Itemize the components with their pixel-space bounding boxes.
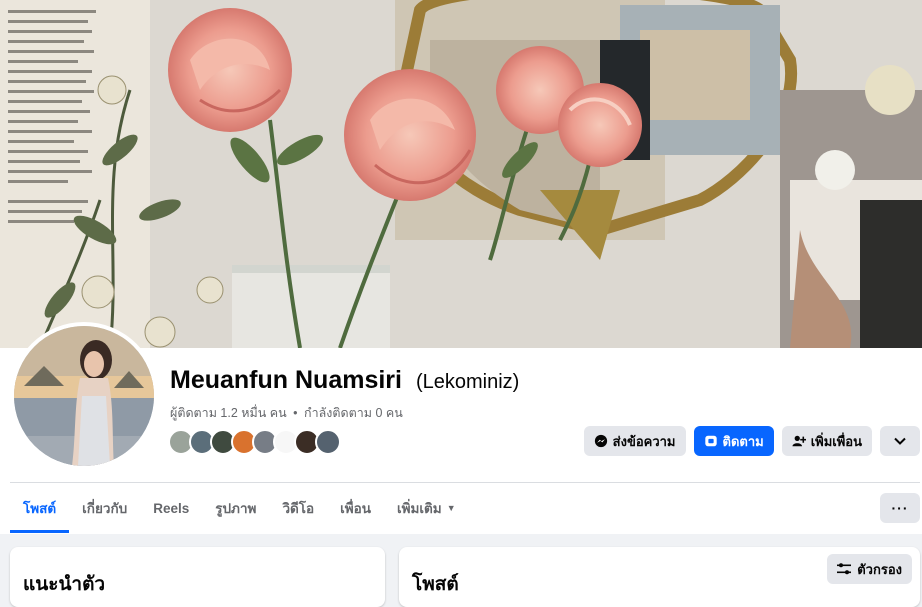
followers-count-link[interactable]: ผู้ติดตาม 1.2 หมื่น คน [170,406,287,420]
tab-more[interactable]: เพิ่มเติม ▼ [384,484,469,532]
profile-name: Meuanfun Nuamsiri [170,366,402,394]
caret-down-icon: ▼ [446,503,456,513]
intro-card-title: แนะนำตัว [23,574,106,595]
profile-tabs: โพสต์ เกี่ยวกับ Reels รูปภาพ วิดีโอ เพื่… [10,484,469,533]
tab-label: เพื่อน [340,501,372,516]
add-friend-icon [792,435,806,447]
tab-label: เพิ่มเติม [397,501,442,516]
tab-label: วิดีโอ [282,501,315,516]
tab-label: เกี่ยวกับ [82,501,128,516]
profile-name-row: Meuanfun Nuamsiri (Lekominiz) [170,366,519,395]
message-button[interactable]: ส่งข้อความ [583,426,686,456]
tab-videos[interactable]: วิดีโอ [269,484,327,532]
tab-label: รูปภาพ [215,501,257,516]
friend-avatar[interactable] [315,429,341,455]
tab-about[interactable]: เกี่ยวกับ [69,484,140,532]
tab-label: Reels [153,500,190,516]
message-button-label: ส่งข้อความ [612,433,676,449]
tab-posts[interactable]: โพสต์ [10,484,70,533]
friend-avatar-stack [168,429,341,455]
tab-photos[interactable]: รูปภาพ [202,484,269,532]
header-divider [10,482,920,483]
following-count-link[interactable]: กำลังติดตาม 0 คน [304,406,403,420]
more-options-button[interactable] [880,426,920,456]
posts-card: โพสต์ ตัวกรอง [399,547,920,607]
tab-friends[interactable]: เพื่อน [327,484,384,532]
chevron-down-icon [894,437,906,445]
filter-button-label: ตัวกรอง [857,561,902,577]
filter-sliders-icon [837,563,852,575]
follow-stats: ผู้ติดตาม 1.2 หมื่น คน • กำลังติดตาม 0 ค… [170,403,403,423]
posts-card-title: โพสต์ [412,574,459,595]
profile-actions: ส่งข้อความ ติดตาม เพิ่มเพื่อน [583,426,920,456]
follow-button-label: ติดตาม [722,433,764,449]
profile-alternate-name: (Lekominiz) [415,371,520,393]
ellipsis-icon: ··· [891,500,909,516]
profile-header: Meuanfun Nuamsiri (Lekominiz) ผู้ติดตาม … [0,0,922,534]
profile-picture[interactable] [14,326,154,466]
intro-card: แนะนำตัว [10,547,385,607]
tab-reels[interactable]: Reels [140,484,202,532]
filter-button[interactable]: ตัวกรอง [827,554,912,584]
follow-button[interactable]: ติดตาม [693,426,774,456]
tab-label: โพสต์ [23,501,57,516]
follow-icon [704,435,717,447]
stats-separator: • [293,406,298,420]
add-friend-button-label: เพิ่มเพื่อน [810,433,862,449]
tabs-more-menu-button[interactable]: ··· [880,493,920,523]
cover-photo[interactable] [0,0,922,348]
add-friend-button[interactable]: เพิ่มเพื่อน [781,426,872,456]
messenger-icon [594,434,607,448]
